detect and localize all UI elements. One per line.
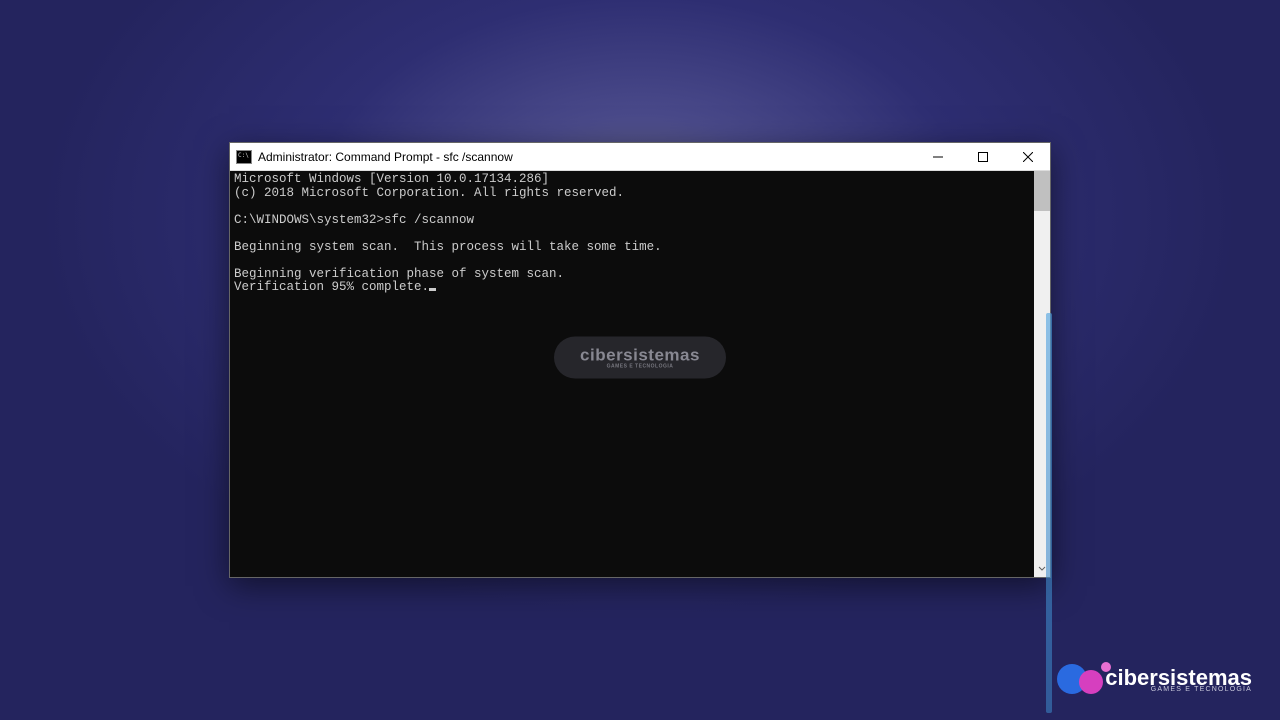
line-copyright: (c) 2018 Microsoft Corporation. All righ… xyxy=(234,186,624,200)
terminal-container: Microsoft Windows [Version 10.0.17134.28… xyxy=(230,171,1050,577)
command-text: sfc /scannow xyxy=(384,213,474,227)
background-window-sliver xyxy=(1046,313,1052,713)
minimize-button[interactable] xyxy=(915,143,960,171)
brand-logo-icon xyxy=(1057,660,1111,700)
titlebar[interactable]: Administrator: Command Prompt - sfc /sca… xyxy=(230,143,1050,171)
brand-tagline: GAMES E TECNOLOGIA xyxy=(1151,686,1252,693)
brand-name: cibersistemas xyxy=(1105,668,1252,688)
close-button[interactable] xyxy=(1005,143,1050,171)
prompt-path: C:\WINDOWS\system32> xyxy=(234,213,384,227)
terminal-output[interactable]: Microsoft Windows [Version 10.0.17134.28… xyxy=(230,171,1034,577)
terminal-cursor xyxy=(429,288,436,291)
scroll-thumb[interactable] xyxy=(1034,171,1050,211)
window-title: Administrator: Command Prompt - sfc /sca… xyxy=(258,150,513,164)
brand-logo: cibersistemas GAMES E TECNOLOGIA xyxy=(1057,660,1252,700)
cmd-icon xyxy=(236,150,252,164)
line-beginning-scan: Beginning system scan. This process will… xyxy=(234,240,662,254)
line-verification-phase: Beginning verification phase of system s… xyxy=(234,267,564,281)
line-version: Microsoft Windows [Version 10.0.17134.28… xyxy=(234,172,549,186)
line-progress: Verification 95% complete. xyxy=(234,280,429,294)
maximize-button[interactable] xyxy=(960,143,1005,171)
cmd-window: Administrator: Command Prompt - sfc /sca… xyxy=(229,142,1051,578)
